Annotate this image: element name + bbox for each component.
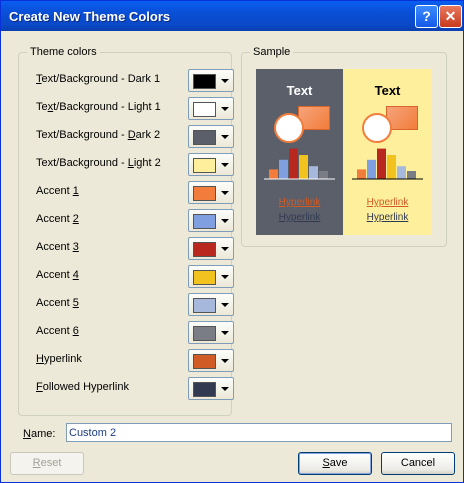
theme-color-label: Text/Background - Dark 1 bbox=[36, 73, 161, 85]
color-swatch bbox=[193, 74, 216, 89]
theme-color-label: Text/Background - Light 2 bbox=[36, 157, 161, 169]
sample-bar bbox=[309, 166, 318, 179]
dropdown-arrow-icon bbox=[221, 387, 229, 391]
theme-color-label: Accent 5 bbox=[36, 297, 79, 309]
sample-bar bbox=[407, 171, 416, 179]
sample-preview: Text Hyperlink Hyperlink Text Hyperlink Hype… bbox=[256, 69, 432, 235]
color-swatch bbox=[193, 242, 216, 257]
close-button[interactable]: ✕ bbox=[439, 5, 462, 28]
sample-shape-circle bbox=[362, 113, 392, 143]
color-swatch bbox=[193, 270, 216, 285]
sample-bar bbox=[357, 169, 366, 179]
color-picker-button[interactable] bbox=[188, 153, 234, 176]
name-input[interactable] bbox=[66, 423, 452, 442]
title-bar[interactable]: Create New Theme Colors ? ✕ bbox=[1, 1, 463, 31]
sample-followed-hyperlink[interactable]: Hyperlink bbox=[344, 212, 431, 223]
theme-color-label: Followed Hyperlink bbox=[36, 381, 129, 393]
dropdown-arrow-icon bbox=[221, 303, 229, 307]
color-picker-button[interactable] bbox=[188, 377, 234, 400]
color-swatch bbox=[193, 354, 216, 369]
sample-text: Text bbox=[286, 83, 313, 98]
color-picker-button[interactable] bbox=[188, 265, 234, 288]
sample-bar-chart bbox=[352, 148, 423, 180]
color-picker-button[interactable] bbox=[188, 349, 234, 372]
sample-dark-half: Text Hyperlink Hyperlink bbox=[256, 69, 343, 235]
sample-hyperlink[interactable]: Hyperlink bbox=[344, 197, 431, 208]
sample-group: Sample Text Hyperlink Hyperlink Text Hyperl… bbox=[241, 46, 447, 247]
sample-bar-chart bbox=[264, 148, 335, 180]
sample-bar bbox=[289, 148, 298, 179]
dropdown-arrow-icon bbox=[221, 219, 229, 223]
sample-bar bbox=[377, 148, 386, 179]
color-picker-button[interactable] bbox=[188, 293, 234, 316]
sample-followed-hyperlink[interactable]: Hyperlink bbox=[256, 212, 343, 223]
sample-bar bbox=[387, 155, 396, 179]
sample-hyperlink[interactable]: Hyperlink bbox=[256, 197, 343, 208]
color-swatch bbox=[193, 102, 216, 117]
color-swatch bbox=[193, 214, 216, 229]
sample-text: Text bbox=[374, 83, 401, 98]
reset-button[interactable]: Reset bbox=[10, 452, 84, 475]
save-button[interactable]: Save bbox=[298, 452, 372, 475]
sample-bar bbox=[279, 159, 288, 179]
color-swatch bbox=[193, 298, 216, 313]
theme-color-label: Accent 4 bbox=[36, 269, 79, 281]
theme-colors-legend: Theme colors bbox=[27, 46, 100, 58]
color-picker-button[interactable] bbox=[188, 209, 234, 232]
theme-color-label: Accent 1 bbox=[36, 185, 79, 197]
dropdown-arrow-icon bbox=[221, 163, 229, 167]
theme-color-label: Accent 2 bbox=[36, 213, 79, 225]
dropdown-arrow-icon bbox=[221, 191, 229, 195]
color-swatch bbox=[193, 326, 216, 341]
dialog-window: Create New Theme Colors ? ✕ Theme colors… bbox=[0, 0, 464, 483]
theme-color-label: Accent 6 bbox=[36, 325, 79, 337]
sample-light-half: Text Hyperlink Hyperlink bbox=[344, 69, 432, 235]
theme-color-label: Text/Background - Dark 2 bbox=[36, 129, 161, 141]
name-label: Name: bbox=[23, 428, 56, 440]
dropdown-arrow-icon bbox=[221, 79, 229, 83]
sample-bar bbox=[367, 159, 376, 179]
color-swatch bbox=[193, 186, 216, 201]
color-picker-button[interactable] bbox=[188, 181, 234, 204]
cancel-button[interactable]: Cancel bbox=[381, 452, 455, 475]
dropdown-arrow-icon bbox=[221, 107, 229, 111]
sample-bar bbox=[397, 166, 406, 179]
color-swatch bbox=[193, 382, 216, 397]
color-picker-button[interactable] bbox=[188, 97, 234, 120]
color-swatch bbox=[193, 158, 216, 173]
sample-bar bbox=[269, 169, 278, 179]
dropdown-arrow-icon bbox=[221, 359, 229, 363]
color-picker-button[interactable] bbox=[188, 125, 234, 148]
window-title: Create New Theme Colors bbox=[9, 9, 171, 24]
color-picker-button[interactable] bbox=[188, 69, 234, 92]
color-picker-button[interactable] bbox=[188, 321, 234, 344]
color-swatch bbox=[193, 130, 216, 145]
sample-bar bbox=[319, 171, 328, 179]
theme-color-label: Text/Background - Light 1 bbox=[36, 101, 161, 113]
sample-shape-circle bbox=[274, 113, 304, 143]
sample-legend: Sample bbox=[250, 46, 294, 58]
theme-colors-group: Theme colors Text/Background - Dark 1 Tex… bbox=[18, 46, 234, 416]
theme-color-label: Accent 3 bbox=[36, 241, 79, 253]
dropdown-arrow-icon bbox=[221, 135, 229, 139]
dropdown-arrow-icon bbox=[221, 331, 229, 335]
dropdown-arrow-icon bbox=[221, 275, 229, 279]
sample-bar bbox=[299, 155, 308, 179]
color-picker-button[interactable] bbox=[188, 237, 234, 260]
help-button[interactable]: ? bbox=[415, 5, 438, 28]
theme-color-label: Hyperlink bbox=[36, 353, 82, 365]
dropdown-arrow-icon bbox=[221, 247, 229, 251]
